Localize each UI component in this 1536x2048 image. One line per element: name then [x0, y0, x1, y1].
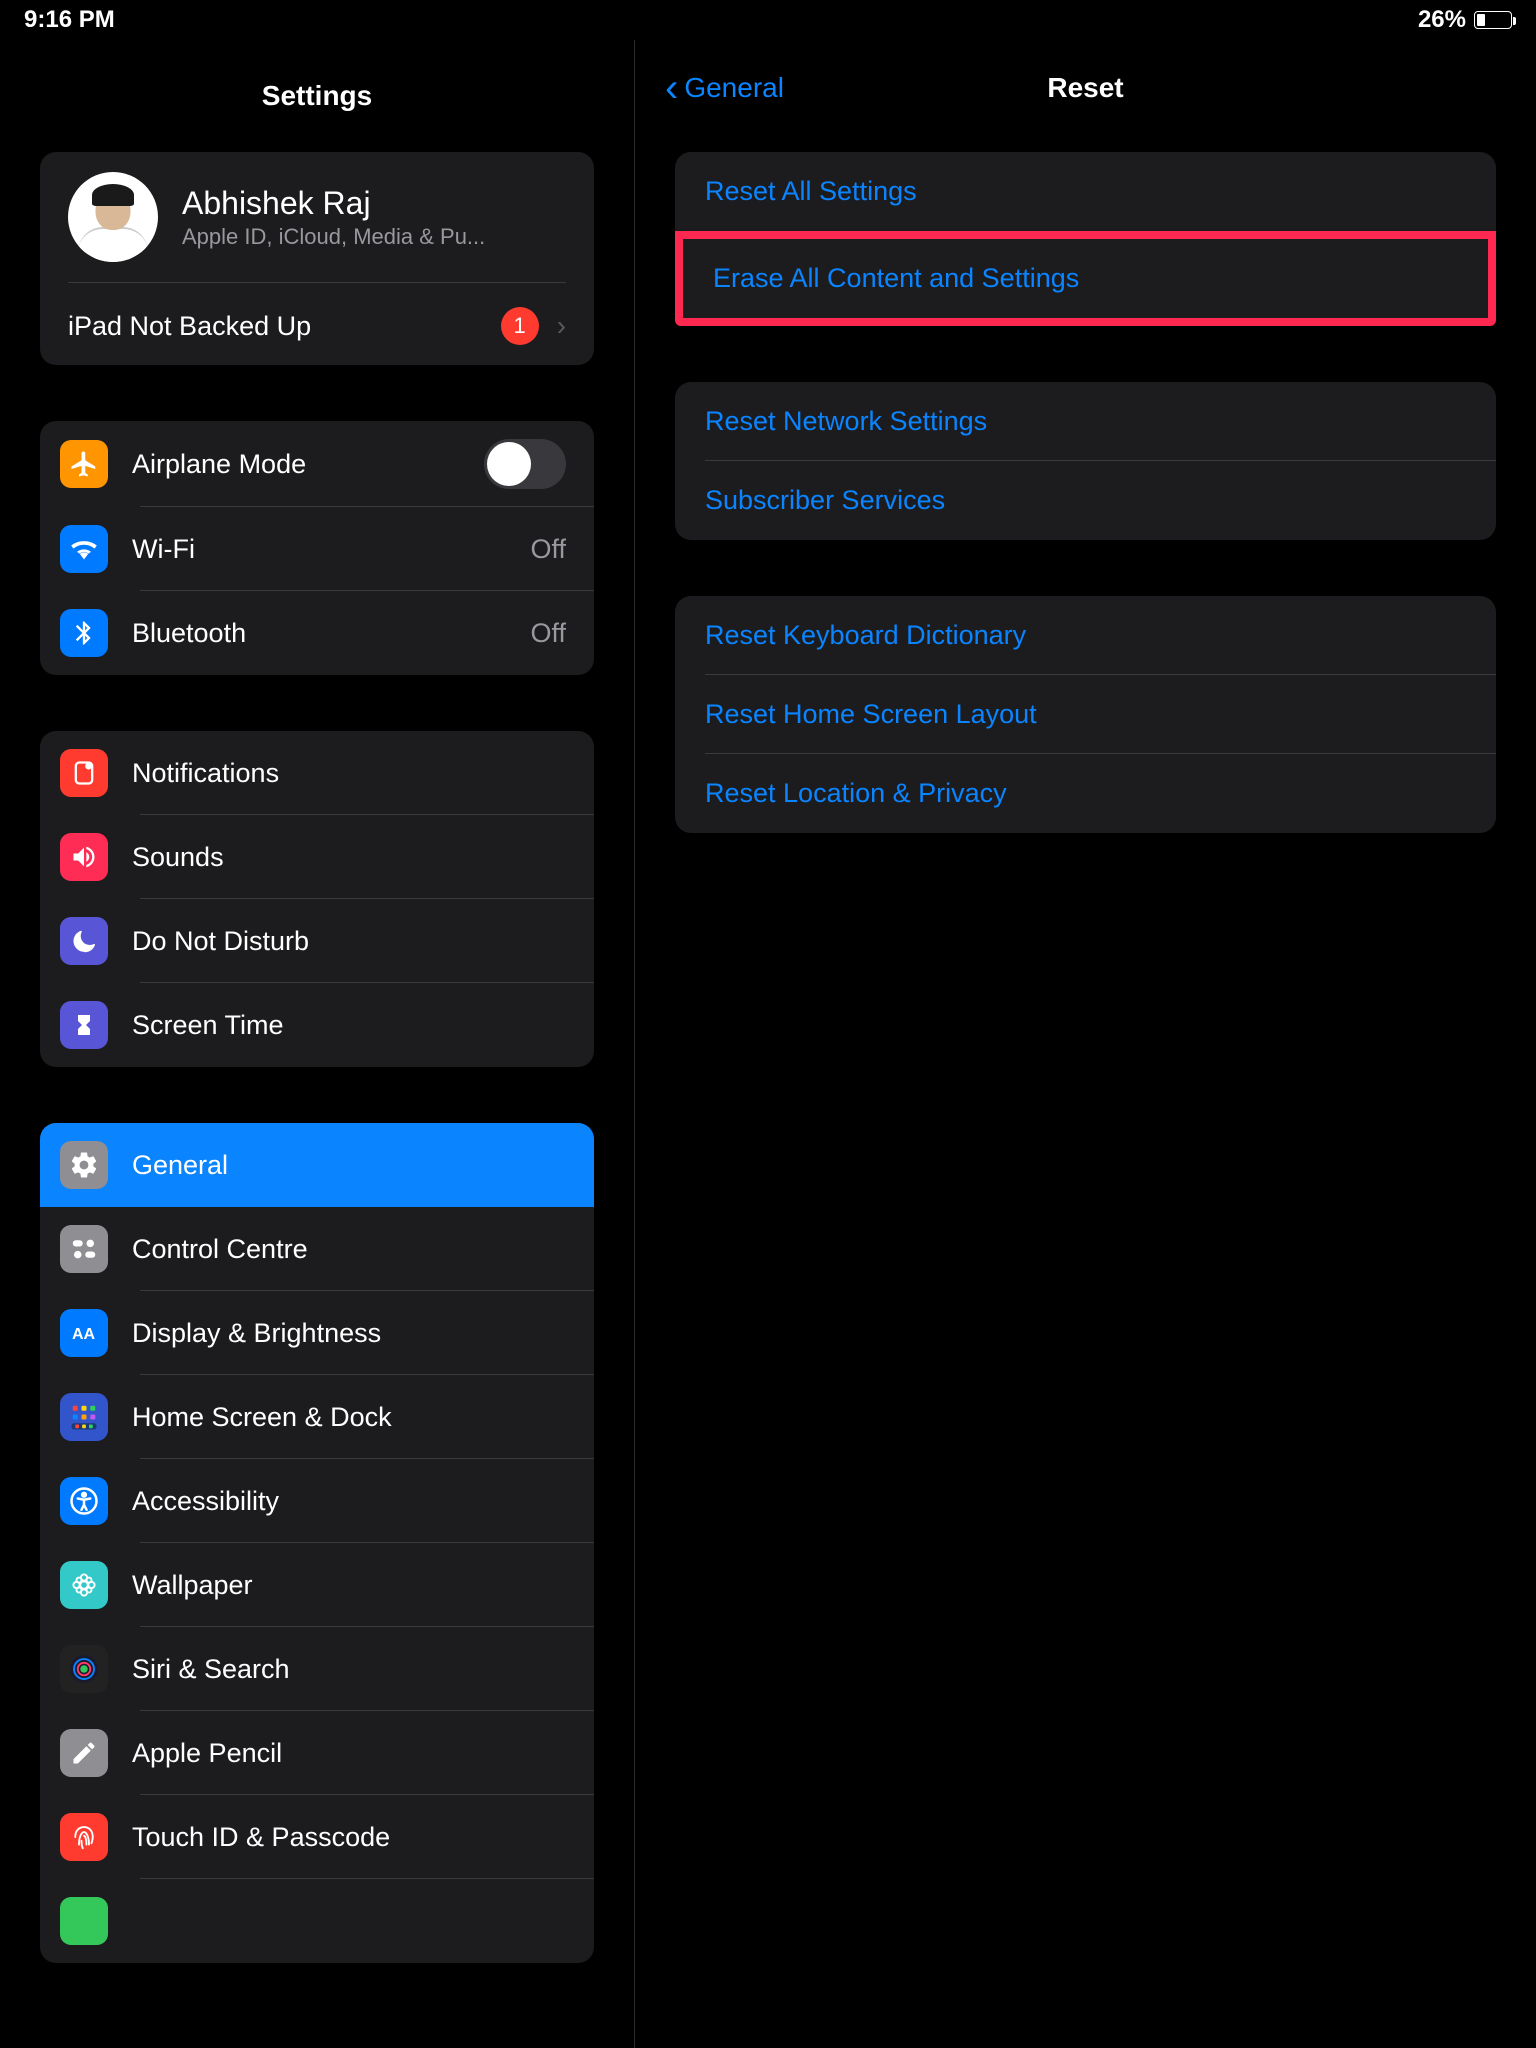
fingerprint-icon — [60, 1813, 108, 1861]
airplane-label: Airplane Mode — [132, 449, 460, 480]
sidebar-item-display[interactable]: AA Display & Brightness — [40, 1291, 594, 1375]
moon-icon — [60, 917, 108, 965]
wifi-value: Off — [530, 534, 566, 565]
bluetooth-label: Bluetooth — [132, 618, 506, 649]
wallpaper-icon — [60, 1561, 108, 1609]
sidebar-item-wallpaper[interactable]: Wallpaper — [40, 1543, 594, 1627]
sidebar-item-partial[interactable] — [40, 1879, 594, 1963]
sidebar-item-notifications[interactable]: Notifications — [40, 731, 594, 815]
avatar — [68, 172, 158, 262]
status-right: 26% — [1418, 6, 1512, 34]
erase-all-content[interactable]: Erase All Content and Settings — [683, 239, 1488, 318]
backup-row[interactable]: iPad Not Backed Up 1 › — [68, 282, 566, 345]
sidebar-item-general[interactable]: General — [40, 1123, 594, 1207]
pencil-label: Apple Pencil — [132, 1738, 566, 1769]
sidebar-item-screentime[interactable]: Screen Time — [40, 983, 594, 1067]
sidebar-item-touchid[interactable]: Touch ID & Passcode — [40, 1795, 594, 1879]
hourglass-icon — [60, 1001, 108, 1049]
battery-icon — [1474, 11, 1512, 29]
sidebar: Settings Abhishek Raj Apple ID, iCloud, … — [0, 40, 635, 2048]
general-label: General — [132, 1150, 566, 1181]
account-section[interactable]: Abhishek Raj Apple ID, iCloud, Media & P… — [40, 152, 594, 365]
reset-all-settings[interactable]: Reset All Settings — [675, 152, 1496, 231]
gear-icon — [60, 1141, 108, 1189]
screentime-label: Screen Time — [132, 1010, 566, 1041]
airplane-icon — [60, 440, 108, 488]
sidebar-item-control-centre[interactable]: Control Centre — [40, 1207, 594, 1291]
accessibility-icon — [60, 1477, 108, 1525]
content-pane: ‹ General Reset Reset All Settings Erase… — [635, 40, 1536, 2048]
reset-home-screen-layout[interactable]: Reset Home Screen Layout — [675, 675, 1496, 754]
sidebar-item-bluetooth[interactable]: Bluetooth Off — [40, 591, 594, 675]
backup-label: iPad Not Backed Up — [68, 311, 311, 342]
notifications-icon — [60, 749, 108, 797]
bluetooth-value: Off — [530, 618, 566, 649]
airplane-toggle[interactable] — [484, 439, 566, 489]
sidebar-item-dnd[interactable]: Do Not Disturb — [40, 899, 594, 983]
sidebar-item-pencil[interactable]: Apple Pencil — [40, 1711, 594, 1795]
subscriber-services[interactable]: Subscriber Services — [675, 461, 1496, 540]
wallpaper-label: Wallpaper — [132, 1570, 566, 1601]
accessibility-label: Accessibility — [132, 1486, 566, 1517]
chevron-left-icon: ‹ — [665, 68, 678, 108]
page-title: Reset — [1047, 72, 1123, 104]
chevron-right-icon: › — [557, 310, 566, 342]
sidebar-item-wifi[interactable]: Wi-Fi Off — [40, 507, 594, 591]
main-settings-section: General Control Centre AA Display & Brig… — [40, 1123, 594, 1963]
backup-badge: 1 — [501, 307, 539, 345]
control-centre-icon — [60, 1225, 108, 1273]
sounds-label: Sounds — [132, 842, 566, 873]
sidebar-item-airplane[interactable]: Airplane Mode — [40, 421, 594, 507]
sidebar-title: Settings — [0, 40, 634, 152]
sidebar-item-accessibility[interactable]: Accessibility — [40, 1459, 594, 1543]
highlight-erase: Erase All Content and Settings — [675, 231, 1496, 326]
reset-keyboard-dictionary[interactable]: Reset Keyboard Dictionary — [675, 596, 1496, 675]
status-bar: 9:16 PM 26% — [0, 0, 1536, 40]
siri-label: Siri & Search — [132, 1654, 566, 1685]
svg-text:AA: AA — [72, 1326, 96, 1343]
sidebar-item-home-dock[interactable]: Home Screen & Dock — [40, 1375, 594, 1459]
display-icon: AA — [60, 1309, 108, 1357]
pencil-icon — [60, 1729, 108, 1777]
status-time: 9:16 PM — [24, 6, 115, 34]
wifi-icon — [60, 525, 108, 573]
display-label: Display & Brightness — [132, 1318, 566, 1349]
sounds-icon — [60, 833, 108, 881]
wifi-label: Wi-Fi — [132, 534, 506, 565]
reset-group-2: Reset Network Settings Subscriber Servic… — [675, 382, 1496, 540]
content-header: ‹ General Reset — [635, 40, 1536, 152]
sidebar-item-siri[interactable]: Siri & Search — [40, 1627, 594, 1711]
siri-icon — [60, 1645, 108, 1693]
touchid-label: Touch ID & Passcode — [132, 1822, 566, 1853]
reset-network-settings[interactable]: Reset Network Settings — [675, 382, 1496, 461]
bluetooth-icon — [60, 609, 108, 657]
reset-group-3: Reset Keyboard Dictionary Reset Home Scr… — [675, 596, 1496, 833]
alerts-section: Notifications Sounds Do Not Disturb Scre… — [40, 731, 594, 1067]
home-dock-icon — [60, 1393, 108, 1441]
account-name: Abhishek Raj — [182, 185, 566, 222]
battery-percent: 26% — [1418, 6, 1466, 34]
notifications-label: Notifications — [132, 758, 566, 789]
back-label: General — [684, 72, 784, 104]
home-dock-label: Home Screen & Dock — [132, 1402, 566, 1433]
dnd-label: Do Not Disturb — [132, 926, 566, 957]
connectivity-section: Airplane Mode Wi-Fi Off Bluetooth Off — [40, 421, 594, 675]
reset-location-privacy[interactable]: Reset Location & Privacy — [675, 754, 1496, 833]
account-row[interactable]: Abhishek Raj Apple ID, iCloud, Media & P… — [68, 172, 566, 282]
account-subtitle: Apple ID, iCloud, Media & Pu... — [182, 224, 566, 250]
sidebar-item-sounds[interactable]: Sounds — [40, 815, 594, 899]
control-centre-label: Control Centre — [132, 1234, 566, 1265]
partial-icon — [60, 1897, 108, 1945]
back-button[interactable]: ‹ General — [665, 68, 784, 108]
